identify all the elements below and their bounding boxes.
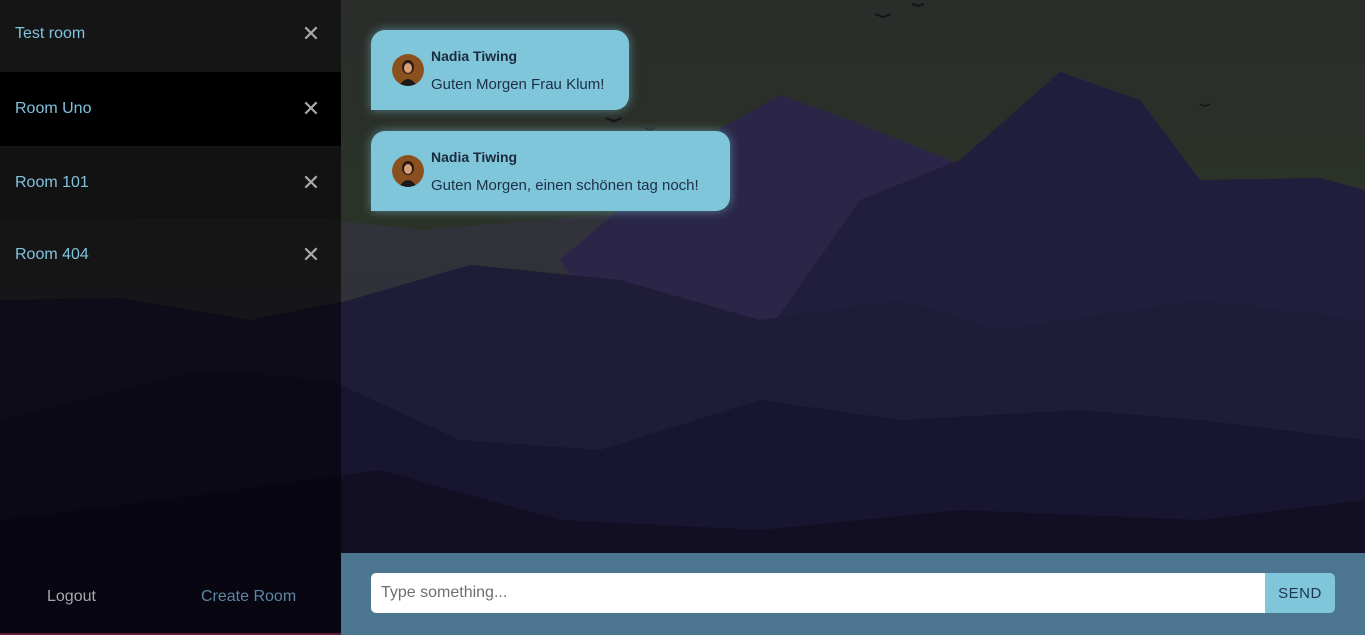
message-sender: Nadia Tiwing <box>431 48 518 64</box>
create-room-button[interactable]: Create Room <box>201 588 296 606</box>
room-item-room-404[interactable]: Room 404 ✕ <box>0 220 341 290</box>
close-icon[interactable]: ✕ <box>301 98 321 120</box>
message-sender: Nadia Tiwing <box>431 149 518 165</box>
user-avatar-icon <box>392 54 424 86</box>
user-avatar-icon <box>392 155 424 187</box>
close-icon[interactable]: ✕ <box>301 172 321 194</box>
room-label: Room 101 <box>15 174 89 191</box>
message-text: Guten Morgen, einen schönen tag noch! <box>431 177 699 194</box>
room-sidebar: Test room ✕ Room Uno ✕ Room 101 ✕ Room 4… <box>0 0 341 633</box>
room-item-room-101[interactable]: Room 101 ✕ <box>0 148 341 218</box>
chat-message: Nadia Tiwing Guten Morgen Frau Klum! <box>371 30 629 110</box>
send-button[interactable]: SEND <box>1265 573 1335 613</box>
room-item-room-uno[interactable]: Room Uno ✕ <box>0 72 341 146</box>
room-item-test-room[interactable]: Test room ✕ <box>0 0 341 70</box>
room-label: Room 404 <box>15 246 89 263</box>
close-icon[interactable]: ✕ <box>301 23 321 45</box>
chat-message: Nadia Tiwing Guten Morgen, einen schönen… <box>371 131 730 211</box>
room-label: Test room <box>15 25 86 42</box>
close-icon[interactable]: ✕ <box>301 244 321 266</box>
room-label: Room Uno <box>15 100 92 117</box>
message-composer: SEND <box>341 553 1365 635</box>
logout-button[interactable]: Logout <box>47 588 96 606</box>
message-text: Guten Morgen Frau Klum! <box>431 76 605 93</box>
message-input[interactable] <box>371 573 1265 613</box>
